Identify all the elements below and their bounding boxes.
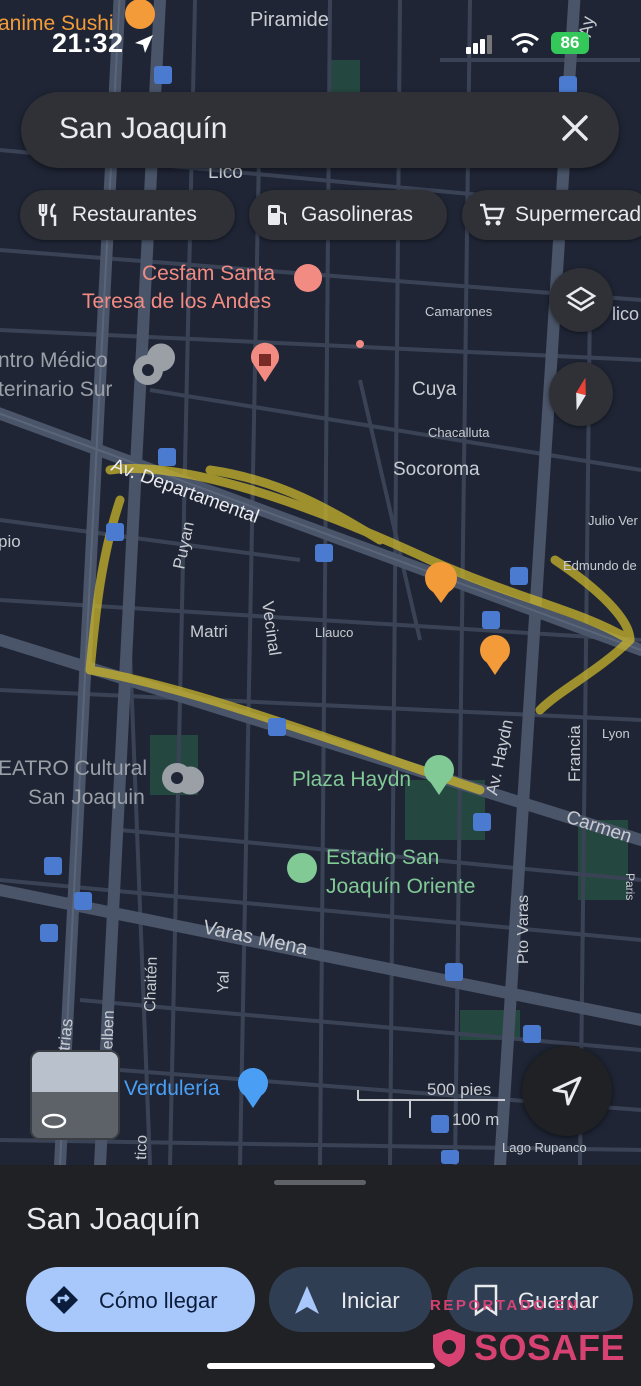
- label-cuya: Cuya: [412, 379, 457, 400]
- label-matri: Matri: [190, 622, 228, 641]
- directions-button[interactable]: Cómo llegar: [26, 1267, 255, 1332]
- start-button[interactable]: Iniciar: [269, 1267, 432, 1332]
- label-yal: Yal: [215, 971, 233, 994]
- directions-label: Cómo llegar: [99, 1288, 218, 1313]
- label-ptovaras: Pto Varas: [515, 895, 532, 964]
- chip-gasolineras[interactable]: Gasolineras: [249, 190, 447, 240]
- label-estadio2: Joaquín Oriente: [326, 875, 475, 898]
- label-cefam2: Teresa de los Andes: [82, 290, 271, 313]
- scale-ft: 500 pies: [427, 1080, 491, 1099]
- label-cmed1: ntro Médico: [0, 349, 108, 372]
- label-francia: Francia: [565, 725, 584, 782]
- label-lagorupanco: Lago Rupanco: [502, 1140, 587, 1155]
- label-lyon: Lyon: [602, 726, 630, 741]
- location-arrow-icon: [135, 35, 153, 53]
- watermark-line1: REPORTADO EN: [430, 1297, 580, 1314]
- compass-button[interactable]: [549, 362, 613, 426]
- cart-icon: [480, 203, 505, 226]
- search-query[interactable]: San Joaquín: [59, 112, 227, 146]
- label-socoroma: Socoroma: [393, 459, 480, 480]
- label-verduleria: Verdulería: [124, 1077, 220, 1100]
- sheet-drag-handle[interactable]: [274, 1180, 366, 1185]
- battery-indicator: 86: [551, 32, 589, 54]
- battery-level: 86: [560, 33, 580, 52]
- chip-label: Supermercados: [515, 203, 641, 226]
- layers-button[interactable]: [549, 268, 613, 332]
- layers-icon: [565, 286, 597, 312]
- label-julioverne: Julio Ver: [588, 513, 639, 528]
- start-label: Iniciar: [341, 1288, 400, 1313]
- label-chacalluta: Chacalluta: [428, 425, 490, 440]
- navigation-arrow-icon: [552, 1076, 582, 1106]
- label-cefam1: Cesfam Santa: [142, 262, 275, 285]
- label-llauco: Llauco: [315, 625, 353, 640]
- status-bar: 21:32 86: [0, 0, 641, 80]
- label-chaiten: Chaitén: [142, 956, 161, 1012]
- thumbnail-sky: [32, 1052, 118, 1092]
- label-camarones: Camarones: [425, 304, 493, 319]
- utensils-icon: [38, 203, 57, 226]
- home-indicator[interactable]: [207, 1363, 435, 1369]
- chip-restaurantes[interactable]: Restaurantes: [20, 190, 235, 240]
- place-title: San Joaquín: [26, 1201, 201, 1236]
- watermark-line2: SOSAFE: [474, 1327, 626, 1368]
- close-icon[interactable]: [557, 110, 593, 146]
- chip-label: Gasolineras: [301, 203, 414, 226]
- chip-supermercados[interactable]: Supermercados: [462, 190, 641, 240]
- compass-icon: [576, 377, 586, 411]
- label-pio: pio: [0, 532, 21, 551]
- label-estadio1: Estadio San: [326, 846, 439, 869]
- signal-icon: [466, 35, 492, 54]
- scale-m: 100 m: [452, 1110, 499, 1129]
- sosafe-shield-icon: [433, 1329, 465, 1367]
- label-cmed2: terinario Sur: [0, 378, 112, 401]
- rotate-360-icon: [41, 1113, 67, 1129]
- directions-icon: [50, 1286, 78, 1314]
- street-view-thumbnail[interactable]: [30, 1050, 120, 1140]
- search-bar[interactable]: San Joaquín: [21, 92, 619, 168]
- status-time: 21:32: [52, 28, 124, 58]
- label-licol: lico: [612, 304, 639, 324]
- label-tico: tico: [133, 1135, 151, 1161]
- wifi-icon: [511, 33, 539, 53]
- label-teatro2: San Joaquin: [28, 786, 145, 809]
- gas-station-icon: [268, 205, 288, 225]
- label-paris: Paris: [623, 873, 637, 900]
- map-canvas[interactable]: anime Sushi Piramide Lico Ay Cesfam Sant…: [0, 0, 641, 1165]
- label-plaza: Plaza Haydn: [292, 768, 411, 791]
- label-edmundo: Edmundo de: [563, 558, 637, 573]
- my-location-button[interactable]: [522, 1046, 612, 1136]
- chip-label: Restaurantes: [72, 203, 197, 226]
- navigation-icon: [295, 1286, 319, 1314]
- label-teatro1: EATRO Cultural: [0, 757, 147, 780]
